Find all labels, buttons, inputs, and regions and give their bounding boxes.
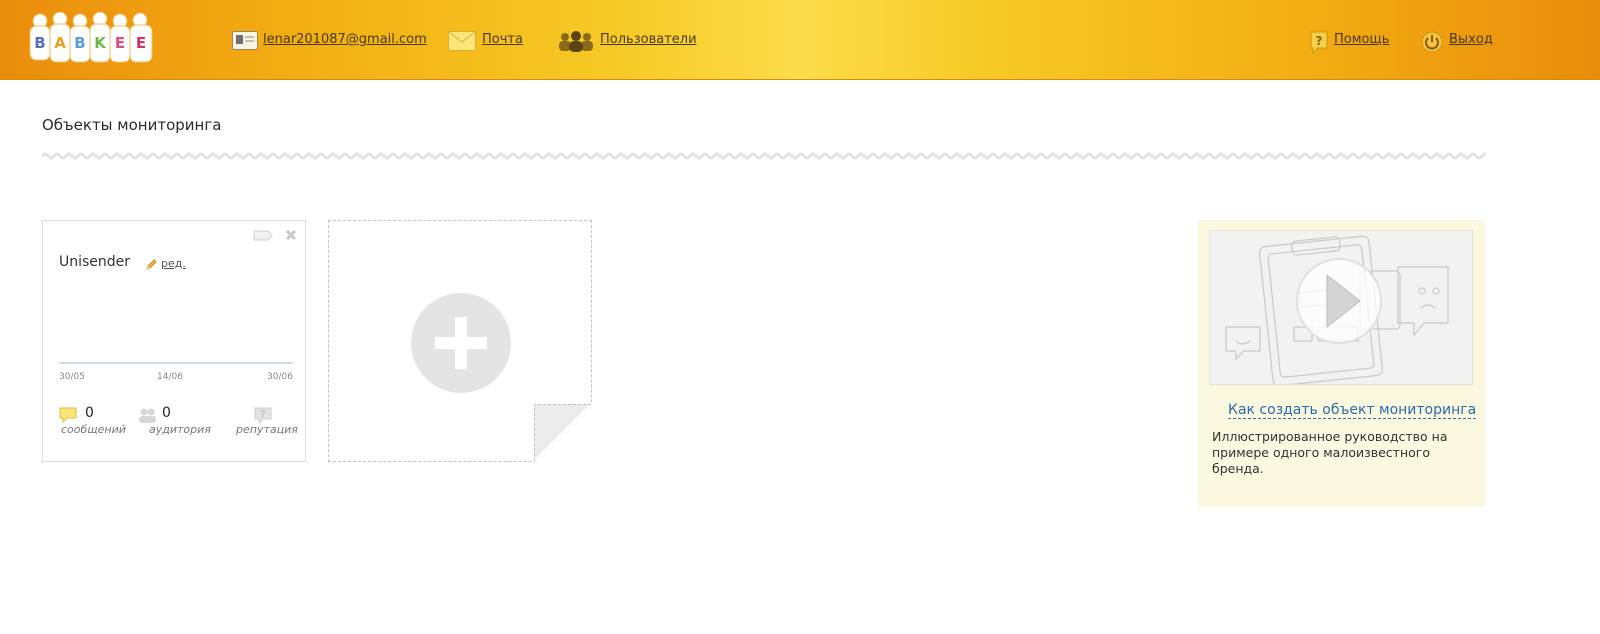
pencil-icon bbox=[146, 259, 157, 270]
video-thumbnail bbox=[1210, 231, 1472, 387]
svg-text:?: ? bbox=[1316, 34, 1323, 48]
close-icon[interactable] bbox=[285, 229, 297, 241]
chat-bubble-icon bbox=[59, 407, 77, 423]
date-middle: 14/06 bbox=[157, 372, 183, 382]
svg-text:E: E bbox=[136, 34, 146, 52]
id-card-icon bbox=[232, 31, 258, 50]
user-email-link[interactable]: lenar201087@gmail.com bbox=[263, 32, 427, 47]
envelope-icon bbox=[448, 31, 476, 51]
svg-text:A: A bbox=[54, 34, 66, 52]
users-icon bbox=[559, 31, 593, 52]
users-link[interactable]: Пользователи bbox=[600, 32, 697, 47]
svg-text:B: B bbox=[34, 34, 45, 52]
logout-link[interactable]: Выход bbox=[1449, 32, 1493, 47]
svg-text:E: E bbox=[115, 34, 125, 52]
page-title: Объекты мониторинга bbox=[42, 116, 222, 134]
page-fold-icon bbox=[534, 404, 592, 462]
edit-link[interactable]: ред. bbox=[161, 257, 186, 270]
help-link[interactable]: Помощь bbox=[1334, 32, 1389, 47]
audience-label: аудитория bbox=[149, 423, 211, 436]
how-to-create-link[interactable]: Как создать объект мониторинга bbox=[1228, 402, 1477, 419]
tutorial-video[interactable] bbox=[1209, 230, 1473, 387]
messages-label: сообщений bbox=[61, 423, 126, 436]
mail-link[interactable]: Почта bbox=[482, 32, 523, 47]
timeline-axis bbox=[59, 362, 293, 364]
help-icon: ? bbox=[1310, 31, 1328, 55]
monitoring-object-card[interactable]: Unisender ред. 30/05 14/06 30/06 0 сообщ… bbox=[42, 220, 306, 462]
help-panel: Как создать объект мониторинга Иллюстрир… bbox=[1198, 220, 1485, 507]
tag-icon[interactable] bbox=[253, 230, 273, 241]
babkee-logo[interactable]: B A B K E E bbox=[28, 12, 163, 68]
date-end: 30/06 bbox=[267, 372, 293, 382]
date-start: 30/05 bbox=[59, 372, 85, 382]
svg-text:B: B bbox=[74, 34, 85, 52]
top-header: B A B K E E lenar201087@gmail.com Почта … bbox=[0, 0, 1600, 80]
messages-count: 0 bbox=[85, 405, 94, 421]
object-name[interactable]: Unisender bbox=[59, 254, 130, 270]
audience-count: 0 bbox=[162, 405, 171, 421]
power-icon bbox=[1421, 31, 1443, 53]
plus-icon bbox=[411, 293, 511, 393]
people-icon bbox=[139, 408, 156, 423]
svg-text:K: K bbox=[94, 34, 107, 52]
reputation-label: репутация bbox=[236, 423, 298, 436]
help-description: Иллюстрированное руководство на примере … bbox=[1212, 429, 1448, 476]
svg-text:?: ? bbox=[261, 410, 266, 420]
wavy-divider bbox=[42, 152, 1486, 160]
add-object-card[interactable] bbox=[328, 220, 592, 462]
question-bubble-icon: ? bbox=[254, 407, 272, 424]
